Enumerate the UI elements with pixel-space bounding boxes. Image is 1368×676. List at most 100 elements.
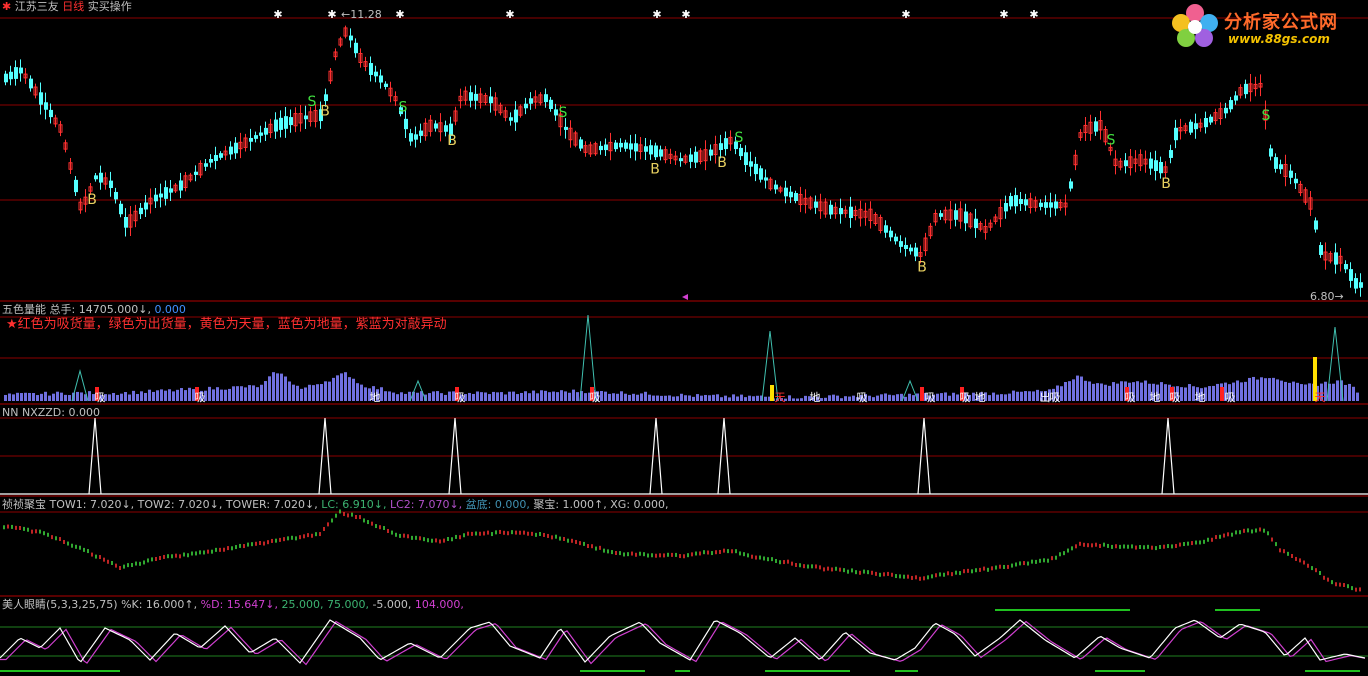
volume-bar <box>608 393 611 401</box>
volume-bar <box>312 385 315 401</box>
candle-body <box>214 155 218 161</box>
volume-bar <box>1108 385 1111 401</box>
nn-chart[interactable] <box>0 406 1368 498</box>
volume-bar <box>652 395 655 401</box>
volume-bar <box>544 390 547 401</box>
sell-signal: S <box>1107 132 1116 148</box>
candle-body <box>764 177 768 181</box>
kd-item: 104.000, <box>414 598 464 611</box>
volume-bar <box>272 372 275 401</box>
candle-body <box>19 67 23 74</box>
kd-k-line <box>0 619 1366 664</box>
signal-star-icon: ✱ <box>327 8 336 21</box>
volume-tag: 吸 <box>590 391 601 404</box>
volume-bar <box>16 392 19 401</box>
volume-bar <box>28 392 31 401</box>
volume-tag: 地 <box>370 391 381 404</box>
volume-bar <box>1028 391 1031 401</box>
suck-volume-bar <box>1220 387 1224 401</box>
volume-tag: 吸 <box>1050 391 1061 404</box>
volume-bar <box>560 390 563 401</box>
volume-bar <box>732 394 735 401</box>
candle-body <box>204 163 208 167</box>
zb-panel[interactable]: 祯祯聚宝 TOW1: 7.020↓, TOW2: 7.020↓, TOWER: … <box>0 498 1368 598</box>
volume-bar <box>1024 391 1027 401</box>
volume-bar <box>140 391 143 401</box>
volume-bar <box>664 395 667 401</box>
volume-bar <box>1096 383 1099 401</box>
volume-bar <box>124 392 127 401</box>
volume-bar <box>340 373 343 401</box>
candle-body <box>14 67 18 79</box>
volume-bar <box>128 394 131 401</box>
arrow-down-icon: ↓ <box>138 303 148 316</box>
candle-body <box>39 92 43 105</box>
volume-bar <box>488 394 491 401</box>
volume-bar <box>248 385 251 401</box>
volume-bar <box>740 394 743 401</box>
volume-panel[interactable]: 吸吸地吸吸天地吸吸吸地出吸吸地吸地吸天 五色量能 总手: 14705.000↓,… <box>0 303 1368 406</box>
price-panel[interactable]: ✱ ✱ ✱ ✱ ✱ ✱ ✱ ✱ ✱ B B S S B S B B S B S B S ✱ 江苏三友 日线 实买操作 ←1… <box>0 0 1368 303</box>
candle-body <box>849 206 853 219</box>
volume-bar <box>44 391 47 401</box>
candle-body <box>719 143 723 151</box>
candle-body <box>614 142 618 150</box>
candle-body <box>749 161 753 167</box>
volume-bar <box>360 384 363 401</box>
volume-bar <box>1100 383 1103 401</box>
volume-bar <box>636 394 639 401</box>
candle-body <box>679 158 683 162</box>
volume-bar <box>296 385 299 401</box>
day-volume-bar <box>770 385 774 401</box>
volume-bar <box>724 395 727 401</box>
volume-bar <box>168 389 171 401</box>
volume-bar <box>448 391 451 401</box>
volume-bar <box>1140 382 1143 401</box>
volume-bar <box>556 392 559 401</box>
volume-bar <box>1356 392 1359 401</box>
candle-body <box>404 118 408 130</box>
volume-header: 五色量能 总手: 14705.000↓, 0.000 <box>2 303 186 316</box>
volume-bar <box>764 396 767 401</box>
sell-signal: S <box>308 94 317 110</box>
volume-bar <box>1348 383 1351 401</box>
volume-bar <box>1332 383 1335 401</box>
buy-signal: B <box>447 133 457 149</box>
volume-legend: ★红色为吸货量，绿色为出货量，黄色为天量，蓝色为地量，紫蓝为对敲异动 <box>6 317 447 332</box>
volume-bar <box>1016 391 1019 401</box>
volume-bar <box>256 387 259 401</box>
nn-panel[interactable]: NN NXZZD: 0.000 <box>0 406 1368 498</box>
candle-body <box>1024 199 1028 206</box>
volume-bar <box>944 392 947 401</box>
candle-body <box>444 125 448 132</box>
volume-bar <box>1288 382 1291 401</box>
volume-bar <box>356 383 359 401</box>
watermark-title: 分析家公式网 <box>1224 12 1338 33</box>
volume-bar <box>1292 381 1295 401</box>
candle-body <box>264 127 268 135</box>
volume-bar <box>904 396 907 401</box>
volume-bar <box>284 376 287 401</box>
candlestick-chart[interactable]: ✱ ✱ ✱ ✱ ✱ ✱ ✱ ✱ ✱BBS SBSB BSBSBS <box>0 0 1368 303</box>
sell-signal: S <box>1262 108 1271 124</box>
volume-bar <box>348 377 351 401</box>
volume-bar <box>136 394 139 401</box>
candle-body <box>1209 116 1213 123</box>
volume-bar <box>428 393 431 401</box>
volume-total-label: 总手: <box>49 303 76 316</box>
volume-bar <box>164 390 167 401</box>
period-label[interactable]: 日线 <box>62 0 84 13</box>
kd-panel[interactable]: 美人眼睛(5,3,3,25,75) %K: 16.000↑, %D: 15.64… <box>0 598 1368 676</box>
candle-body <box>554 109 558 116</box>
candle-body <box>1009 196 1013 207</box>
nn-value: 0.000 <box>68 406 100 419</box>
volume-tag: 吸 <box>925 391 936 404</box>
volume-bar <box>1104 384 1107 401</box>
watermark-logo: 分析家公式网 www.88gs.com <box>1168 2 1364 50</box>
volume-bar <box>1032 391 1035 401</box>
candle-body <box>914 247 918 257</box>
volume-bar <box>848 396 851 401</box>
zb-chart[interactable] <box>0 498 1368 598</box>
volume-bar <box>1072 379 1075 401</box>
volume-bar <box>1264 378 1267 401</box>
